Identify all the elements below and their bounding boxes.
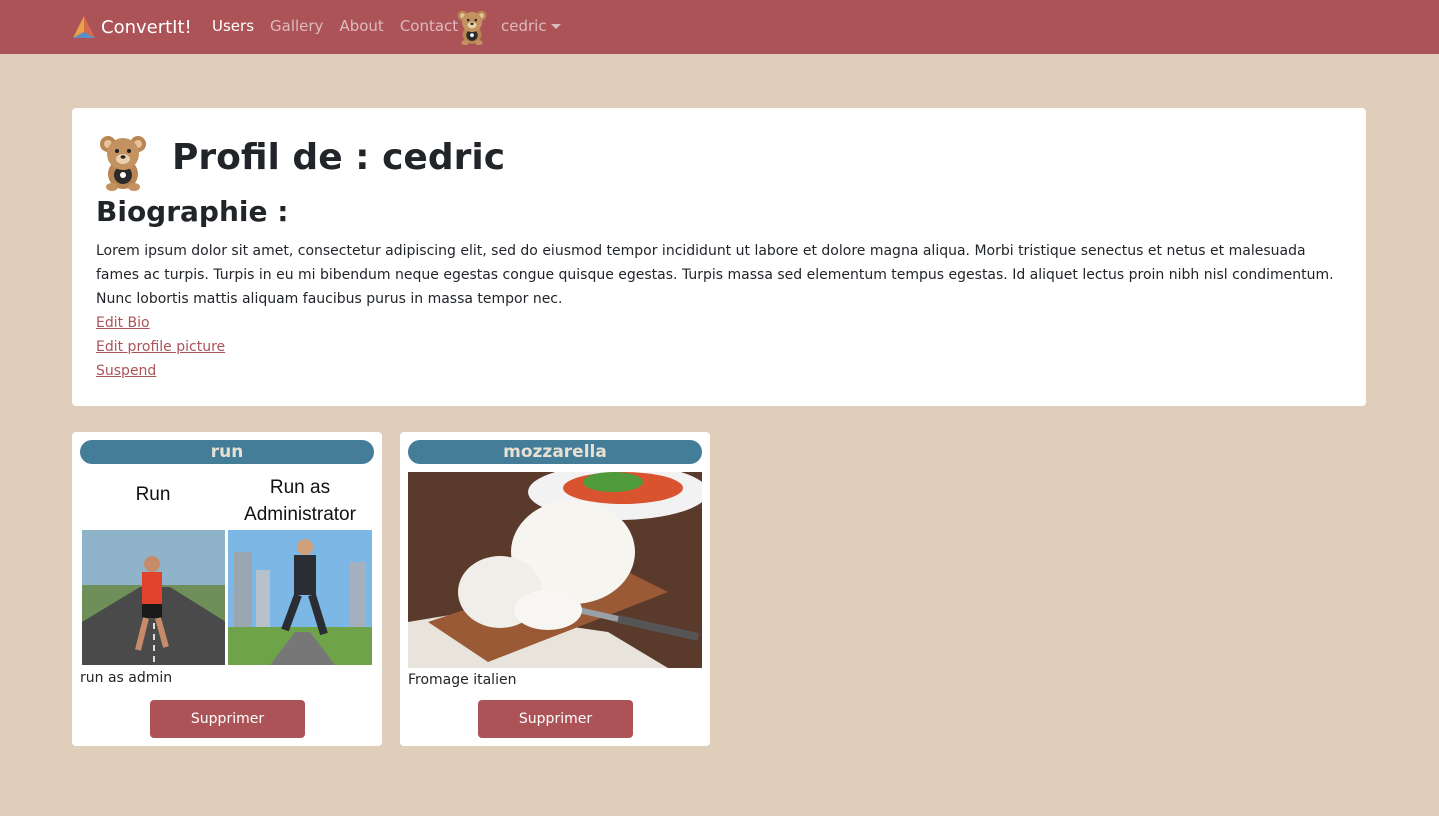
gallery-card: mozzarella Fromage italien Supprimer — [400, 432, 710, 746]
navbar: ConvertIt! Users Gallery About Contact c… — [0, 0, 1439, 54]
edit-profile-picture-link[interactable]: Edit profile picture — [96, 335, 225, 359]
bio-text: Lorem ipsum dolor sit amet, consectetur … — [96, 243, 1334, 307]
caret-down-icon — [550, 23, 561, 29]
user-dropdown[interactable]: cedric — [501, 17, 561, 35]
nav-link-gallery[interactable]: Gallery — [270, 17, 323, 35]
gallery-card-title: run — [80, 440, 374, 464]
delete-button[interactable]: Supprimer — [150, 700, 305, 738]
brand-logo-icon — [73, 16, 95, 38]
bio-heading: Biographie : — [96, 195, 289, 228]
run-as-admin-image: Run Run as Administrator — [80, 472, 374, 666]
profile-avatar — [100, 136, 146, 191]
gallery-card: run Run Run as Administrator run as admi… — [72, 432, 382, 746]
profile-card: Profil de : cedric Biographie : Lorem ip… — [72, 108, 1366, 406]
brand-name: ConvertIt! — [101, 16, 192, 38]
brand-link[interactable]: ConvertIt! — [72, 13, 192, 41]
profile-actions: Edit Bio Edit profile picture Suspend — [96, 311, 225, 383]
gallery-card-description: run as admin — [80, 670, 173, 686]
edit-bio-link[interactable]: Edit Bio — [96, 311, 225, 335]
delete-button[interactable]: Supprimer — [478, 700, 633, 738]
gallery-card-title: mozzarella — [408, 440, 702, 464]
nav-link-about[interactable]: About — [339, 17, 383, 35]
mozzarella-image — [408, 472, 702, 668]
nav-links: Users Gallery About Contact — [212, 17, 474, 35]
nav-link-users[interactable]: Users — [212, 17, 254, 35]
profile-title: Profil de : cedric — [172, 137, 506, 178]
user-name: cedric — [501, 17, 547, 35]
nav-link-contact[interactable]: Contact — [400, 17, 458, 35]
teddy-bear-avatar[interactable] — [455, 8, 489, 46]
suspend-link[interactable]: Suspend — [96, 359, 225, 383]
image-label-run-as-admin: Run as Administrator — [244, 477, 356, 525]
image-label-run: Run — [136, 484, 171, 505]
gallery-card-description: Fromage italien — [408, 672, 517, 688]
